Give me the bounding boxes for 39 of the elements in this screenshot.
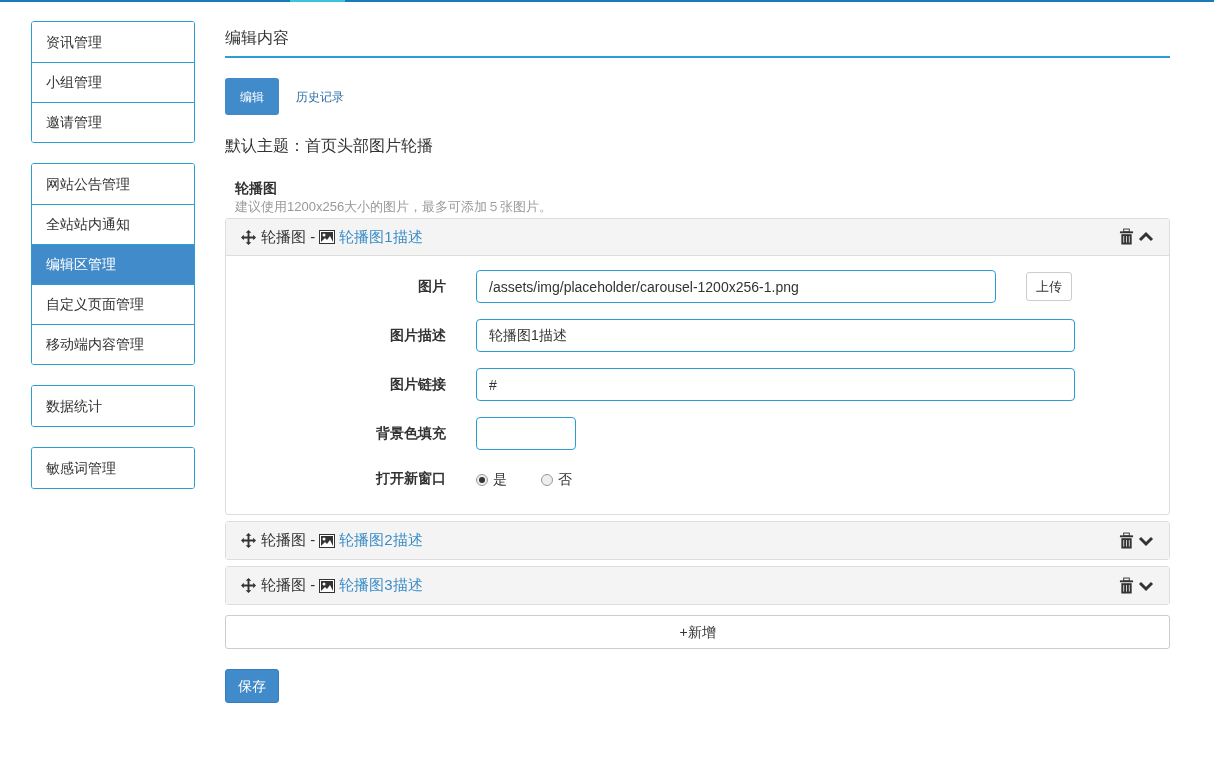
move-icon — [241, 533, 256, 548]
radio-button[interactable] — [541, 473, 553, 486]
tab[interactable]: 编辑 — [225, 78, 279, 115]
slide-label: 轮播图 - — [261, 530, 316, 551]
add-button[interactable]: +新增 — [225, 615, 1170, 649]
tab[interactable]: 历史记录 — [281, 78, 359, 115]
field-label: 图片 — [417, 277, 446, 296]
field-label: 图片链接 — [389, 375, 446, 394]
radio-button[interactable] — [476, 473, 488, 486]
field-label: 打开新窗口 — [374, 468, 446, 488]
sidebar-item[interactable]: 敏感词管理 — [32, 448, 194, 488]
sidebar-item[interactable]: 移动端内容管理 — [32, 324, 194, 364]
color-field[interactable] — [476, 417, 576, 450]
slide-label: 轮播图 - — [261, 226, 316, 247]
sidebar-item[interactable]: 数据统计 — [32, 386, 194, 426]
text-field[interactable]: # — [476, 368, 1075, 401]
trash-icon — [1119, 228, 1134, 246]
radio-label: 否 — [558, 470, 572, 489]
image-icon — [319, 578, 336, 593]
move-icon — [241, 578, 256, 593]
section-title: 轮播图 — [235, 179, 278, 198]
sidebar-item[interactable]: 邀请管理 — [32, 102, 194, 142]
move-icon — [241, 229, 256, 245]
theme-title: 默认主题：首页头部图片轮播 — [225, 136, 434, 156]
slide-label: 轮播图 - — [261, 575, 316, 596]
trash-icon — [1119, 576, 1134, 595]
field-label: 图片描述 — [389, 326, 446, 345]
image-icon — [319, 533, 336, 548]
page-heading: 编辑内容 — [225, 21, 1170, 58]
text-field[interactable]: /assets/img/placeholder/carousel-1200x256-1.png — [476, 270, 996, 303]
hint-text: 建议使用1200x256大小的图片，最多可添加５张图片。 — [235, 199, 554, 215]
radio-label: 是 — [493, 470, 507, 489]
text-field[interactable]: 轮播图1描述 — [476, 319, 1075, 352]
upload-button[interactable]: 上传 — [1026, 272, 1072, 301]
trash-icon — [1119, 531, 1134, 550]
field-label: 背景色填充 — [375, 424, 446, 443]
sidebar-item[interactable]: 编辑区管理 — [32, 244, 194, 284]
save-button[interactable]: 保存 — [225, 669, 279, 703]
image-icon — [319, 230, 336, 244]
